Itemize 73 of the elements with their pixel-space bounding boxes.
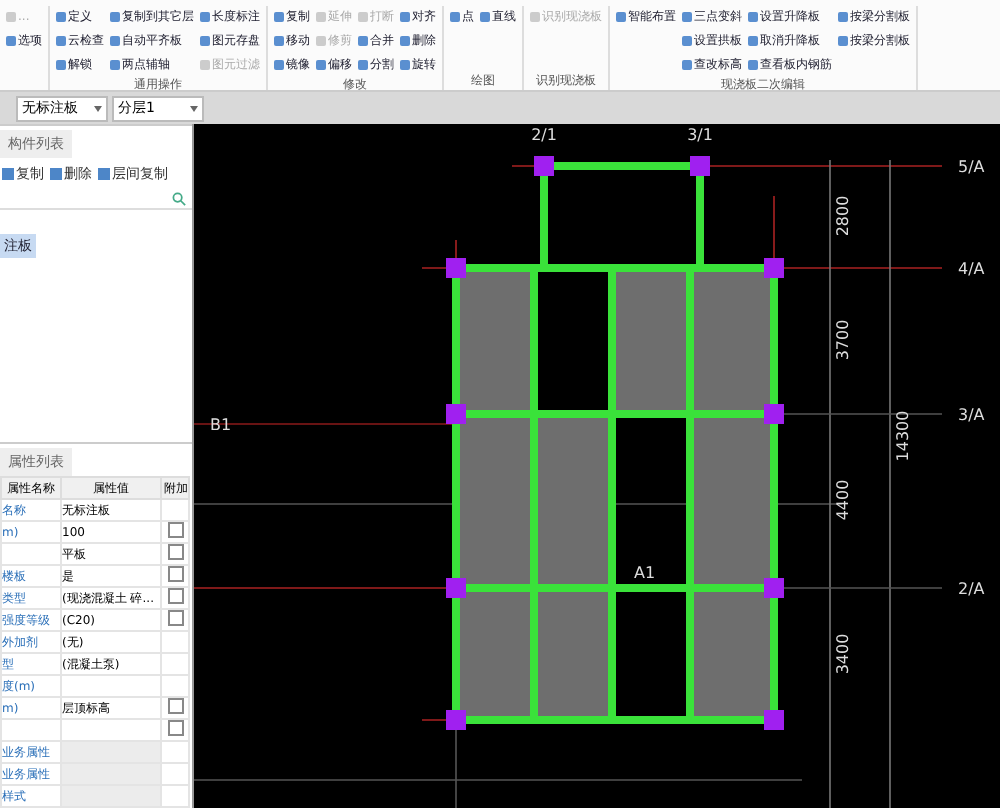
checkbox[interactable] xyxy=(167,589,183,604)
column-marker xyxy=(763,404,784,424)
tool-icon xyxy=(838,36,848,46)
tool-icon xyxy=(110,36,120,46)
axis-label: 2/A xyxy=(957,580,985,598)
checkbox[interactable] xyxy=(167,721,183,736)
axis-label: 5/A xyxy=(957,158,985,176)
tool-icon xyxy=(358,60,368,70)
dimension-label: 3700 xyxy=(833,319,852,361)
tool-icon xyxy=(450,12,460,22)
tool-icon xyxy=(400,12,410,22)
tool-icon xyxy=(316,36,326,46)
column-marker xyxy=(445,404,466,424)
tool-icon xyxy=(200,12,210,22)
tool-icon xyxy=(748,12,758,22)
tool-icon xyxy=(400,36,410,46)
tool-icon xyxy=(316,12,326,22)
dimension-label: 3400 xyxy=(833,633,852,675)
beam-label: A1 xyxy=(633,564,655,582)
caret-icon xyxy=(94,105,102,111)
axis-label: 3/1 xyxy=(686,126,713,144)
search-icon xyxy=(171,192,186,206)
tool-icon xyxy=(358,36,368,46)
tool-icon xyxy=(838,12,848,22)
tool-icon xyxy=(50,168,62,180)
tool-icon xyxy=(110,60,120,70)
tool-icon xyxy=(56,36,66,46)
tool-icon xyxy=(274,60,284,70)
tool-icon xyxy=(748,60,758,70)
axis-label: 3/A xyxy=(957,406,985,424)
tool-icon xyxy=(98,168,110,180)
tool-icon xyxy=(6,12,16,22)
tool-icon xyxy=(274,12,284,22)
drawing-canvas[interactable]: 2/1 3/1 5/A 4/A 3/A 2/A 2800 3700 4400 3400 14300 B1 A1 xyxy=(193,124,1000,808)
beam-label: B1 xyxy=(209,416,231,434)
tool-icon xyxy=(316,60,326,70)
tool-icon xyxy=(682,12,692,22)
axis-label: 4/A xyxy=(957,260,985,278)
caret-icon xyxy=(190,105,198,111)
tool-icon xyxy=(200,36,210,46)
tool-icon xyxy=(358,12,368,22)
tool-icon xyxy=(530,12,540,22)
column-marker xyxy=(445,710,466,730)
tool-icon xyxy=(682,60,692,70)
checkbox[interactable] xyxy=(167,545,183,560)
checkbox[interactable] xyxy=(167,699,183,714)
column-marker xyxy=(689,156,710,176)
column-marker xyxy=(763,578,784,598)
column-marker xyxy=(533,156,554,176)
dimension-label: 4400 xyxy=(833,479,852,521)
dimension-label: 14300 xyxy=(893,410,912,462)
axis-label: 2/1 xyxy=(530,126,557,144)
tool-icon xyxy=(400,60,410,70)
checkbox[interactable] xyxy=(167,523,183,538)
tool-icon xyxy=(616,12,626,22)
column-marker xyxy=(445,578,466,598)
tool-icon xyxy=(748,36,758,46)
tool-icon xyxy=(110,12,120,22)
search-field[interactable] xyxy=(0,190,192,210)
tool-icon xyxy=(480,12,490,22)
column-marker xyxy=(763,258,784,278)
tool-icon xyxy=(682,36,692,46)
tool-icon xyxy=(56,12,66,22)
tool-icon xyxy=(56,60,66,70)
column-marker xyxy=(763,710,784,730)
tool-icon xyxy=(274,36,284,46)
tool-icon xyxy=(200,60,210,70)
column-marker xyxy=(445,258,466,278)
dimension-label: 2800 xyxy=(833,195,852,237)
checkbox[interactable] xyxy=(167,611,183,626)
tool-icon xyxy=(2,168,14,180)
checkbox[interactable] xyxy=(167,567,183,582)
tool-icon xyxy=(6,36,16,46)
